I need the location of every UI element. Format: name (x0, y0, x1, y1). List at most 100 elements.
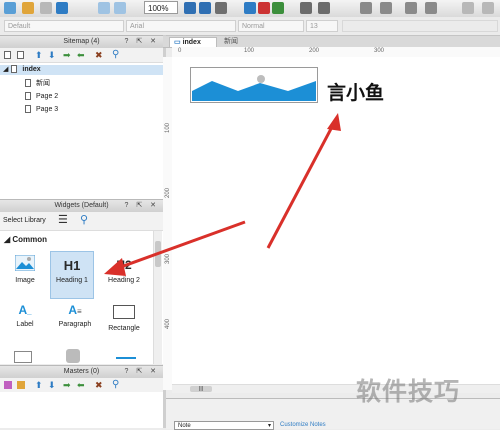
account-icon[interactable] (482, 2, 494, 14)
widgets-scrollbar[interactable] (153, 231, 162, 364)
collapse-arrow-icon[interactable]: ◢ (3, 66, 8, 73)
email-widget-icon[interactable] (14, 351, 32, 363)
chevron-down-icon: ▾ (267, 423, 271, 429)
ruler-tick: 200 (165, 187, 172, 199)
panel-controls-icon[interactable]: ? ⇱ ✕ (124, 200, 159, 212)
ruler-tick: 400 (165, 318, 172, 330)
design-canvas[interactable]: 言小鱼 (172, 57, 500, 390)
ruler-tick: 300 (165, 253, 172, 265)
font-select[interactable]: Arial (126, 20, 236, 32)
group-icon[interactable] (360, 2, 372, 14)
cut-icon[interactable] (98, 2, 110, 14)
widget-image[interactable]: Image (3, 253, 47, 284)
publish-icon[interactable] (272, 2, 284, 14)
align-icon[interactable] (300, 2, 312, 14)
move-up-icon[interactable]: ⬆ (35, 380, 43, 391)
watermark-text: 软件技巧 (356, 378, 461, 406)
page-icon (11, 65, 18, 74)
search-icon[interactable]: ⚲ (112, 379, 119, 390)
delete-icon[interactable]: ✖ (95, 50, 103, 61)
text-format-buttons[interactable] (342, 20, 498, 32)
search-icon[interactable]: ⚲ (80, 213, 88, 226)
widget-heading1[interactable]: H1 Heading 1 (50, 251, 94, 299)
sitemap-item-index[interactable]: ◢ index (0, 65, 163, 75)
ruler-tick: 200 (309, 48, 320, 54)
widgets-panel: Widgets (Default) ? ⇱ ✕ Select Library ☰… (0, 199, 163, 364)
canvas-heading-text[interactable]: 言小鱼 (327, 78, 384, 105)
heading2-icon: H2 (116, 258, 132, 272)
weight-select[interactable]: Normal (238, 20, 304, 32)
undo-icon[interactable] (40, 2, 52, 14)
tab-index[interactable]: ▭ index (169, 37, 217, 47)
add-master-icon[interactable] (4, 381, 12, 389)
zoom-select[interactable]: 100% (144, 1, 178, 14)
masters-title: Masters (0) (63, 368, 100, 375)
sitemap-header: Sitemap (4) ? ⇱ ✕ (0, 35, 163, 49)
library-select[interactable]: Select Library (3, 217, 46, 224)
dynamic-panel-icon[interactable] (66, 349, 80, 363)
add-folder-icon[interactable] (17, 381, 25, 389)
paragraph-icon: A≡ (68, 303, 82, 317)
panel-controls-icon[interactable]: ? ⇱ ✕ (124, 36, 159, 48)
sitemap-panel: Sitemap (4) ? ⇱ ✕ ⬆ ⬇ ➡ ⬅ ✖ ⚲ ◢ index 新闻 … (0, 35, 163, 199)
redo-icon[interactable] (56, 2, 68, 14)
add-folder-icon[interactable] (17, 51, 24, 59)
scrollbar-thumb[interactable]: ||| (190, 386, 212, 392)
scrollbar-thumb[interactable] (155, 241, 161, 267)
masters-header: Masters (0) ? ⇱ ✕ (0, 365, 163, 379)
canvas-image-widget[interactable] (190, 67, 318, 103)
move-down-icon[interactable]: ⬇ (48, 50, 56, 61)
distribute-icon[interactable] (318, 2, 330, 14)
page-icon (25, 79, 31, 88)
menu-icon[interactable]: ☰ (58, 213, 68, 226)
order-icon[interactable] (405, 2, 417, 14)
label-icon: A_ (18, 303, 32, 317)
paste-icon[interactable] (4, 2, 16, 14)
page-icon (25, 105, 31, 114)
outdent-icon[interactable]: ⬅ (77, 50, 85, 61)
masters-panel: Masters (0) ? ⇱ ✕ ⬆ ⬇ ➡ ⬅ ✖ ⚲ (0, 365, 163, 428)
connector-icon[interactable] (199, 2, 211, 14)
settings-icon[interactable] (462, 2, 474, 14)
rectangle-icon (113, 305, 135, 319)
share-icon[interactable] (258, 2, 270, 14)
tab-news[interactable]: 新闻 (220, 37, 258, 47)
widget-heading2[interactable]: H2 Heading 2 (102, 251, 146, 284)
widgets-section-common[interactable]: ◢ Common (4, 235, 47, 244)
lock-icon[interactable] (425, 2, 437, 14)
search-icon[interactable]: ⚲ (112, 49, 119, 60)
masters-toolbar: ⬆ ⬇ ➡ ⬅ ✖ ⚲ (0, 378, 163, 392)
expand-arrow-icon: ◢ (4, 235, 11, 244)
ruler-tick: 0 (178, 48, 182, 54)
hotspot-icon[interactable] (116, 357, 136, 359)
copy-icon[interactable] (114, 2, 126, 14)
size-select[interactable]: 13 (306, 20, 338, 32)
select-mode-icon[interactable] (184, 2, 196, 14)
widget-rectangle[interactable]: Rectangle (102, 303, 146, 332)
delete-icon[interactable]: ✖ (95, 380, 103, 391)
note-type-select[interactable]: Note ▾ (174, 421, 274, 430)
panel-controls-icon[interactable]: ? ⇱ ✕ (124, 366, 159, 378)
sitemap-item-news[interactable]: 新闻 (25, 79, 50, 89)
preview-icon[interactable] (244, 2, 256, 14)
move-down-icon[interactable]: ⬇ (48, 380, 56, 391)
move-up-icon[interactable]: ⬆ (35, 50, 43, 61)
sitemap-title: Sitemap (4) (63, 38, 100, 45)
style-select[interactable]: Default (4, 20, 124, 32)
customize-notes-link[interactable]: Customize Notes (280, 422, 326, 428)
heading1-icon: H1 (63, 258, 81, 273)
ruler-tick: 100 (244, 48, 255, 54)
widget-label[interactable]: A_ Label (3, 303, 47, 328)
ungroup-icon[interactable] (380, 2, 392, 14)
outdent-icon[interactable]: ⬅ (77, 380, 85, 391)
pen-icon[interactable] (215, 2, 227, 14)
widget-paragraph[interactable]: A≡ Paragraph (53, 303, 97, 328)
indent-icon[interactable]: ➡ (63, 380, 71, 391)
indent-icon[interactable]: ➡ (63, 50, 71, 61)
sitemap-item-page3[interactable]: Page 3 (25, 105, 58, 115)
format-painter-icon[interactable] (22, 2, 34, 14)
sitemap-toolbar: ⬆ ⬇ ➡ ⬅ ✖ ⚲ (0, 48, 163, 63)
sitemap-item-page2[interactable]: Page 2 (25, 92, 58, 102)
add-page-icon[interactable] (4, 51, 11, 59)
format-bar: Default Arial Normal 13 (0, 17, 500, 36)
